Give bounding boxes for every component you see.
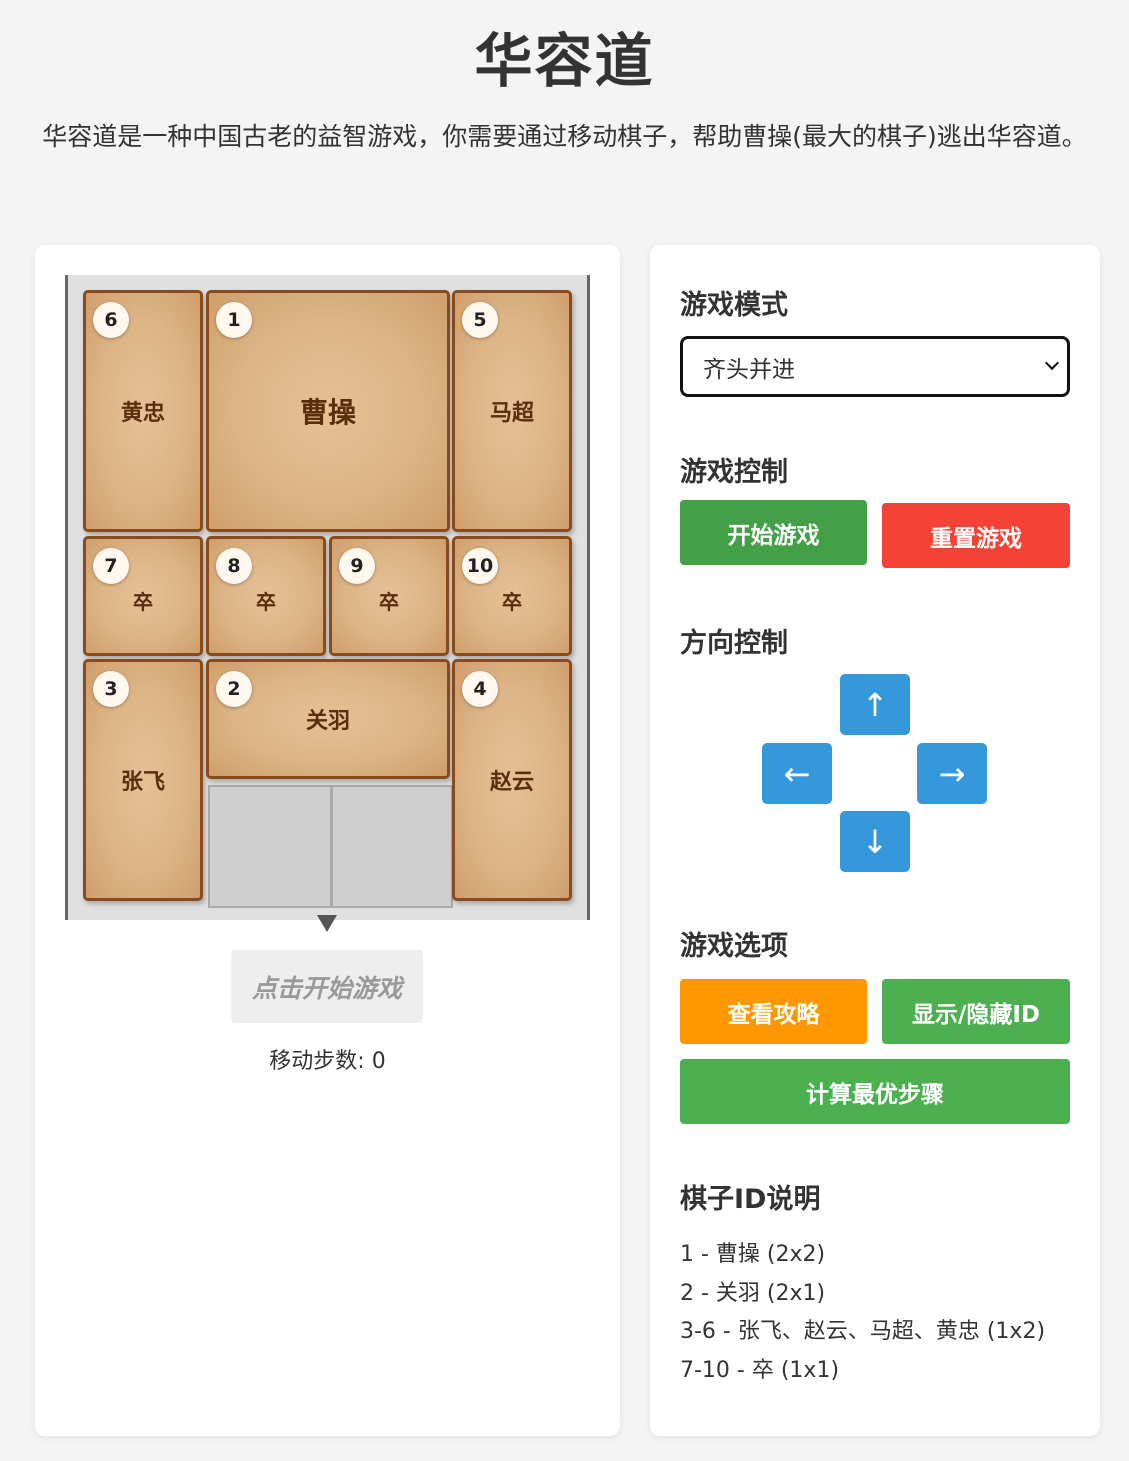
- legend-item: 7-10 - 卒 (1x1): [680, 1358, 840, 1383]
- piece-name: 马超: [489, 401, 534, 426]
- piece-id-badge: 4: [462, 671, 498, 707]
- toggle-id-button[interactable]: 显示/隐藏ID: [882, 979, 1070, 1044]
- piece-id-badge: 7: [93, 548, 129, 584]
- control-heading: 游戏控制: [680, 457, 788, 488]
- piece-caocao[interactable]: 1 曹操: [206, 290, 450, 532]
- piece-id-badge: 3: [93, 671, 129, 707]
- piece-machao[interactable]: 5 马超: [452, 290, 572, 532]
- game-board: 6 黄忠 1 曹操 5 马超 7 卒 8 卒 9 卒 10 卒 3 张飞 2 关…: [65, 275, 590, 920]
- legend-item: 1 - 曹操 (2x2): [680, 1242, 826, 1267]
- piece-soldier-9[interactable]: 9 卒: [329, 536, 449, 656]
- direction-heading: 方向控制: [680, 628, 788, 659]
- piece-id-badge: 10: [462, 548, 498, 584]
- intro-text: 华容道是一种中国古老的益智游戏，你需要通过移动棋子，帮助曹操(最大的棋子)逃出华…: [42, 122, 1087, 151]
- options-heading: 游戏选项: [680, 931, 788, 962]
- piece-zhangfei[interactable]: 3 张飞: [83, 659, 203, 901]
- piece-name: 关羽: [305, 709, 350, 734]
- mode-select[interactable]: 齐头并进: [680, 336, 1070, 397]
- start-hint-button[interactable]: 点击开始游戏: [231, 950, 423, 1023]
- piece-name: 张飞: [120, 770, 165, 795]
- piece-id-badge: 5: [462, 302, 498, 338]
- move-counter: 移动步数: 0: [269, 1049, 386, 1074]
- piece-name: 卒: [502, 589, 522, 614]
- guide-button[interactable]: 查看攻略: [680, 979, 867, 1044]
- down-arrow-button[interactable]: ↓: [840, 811, 910, 872]
- legend-item: 3-6 - 张飞、赵云、马超、黄忠 (1x2): [680, 1319, 1046, 1344]
- piece-soldier-7[interactable]: 7 卒: [83, 536, 203, 656]
- piece-name: 卒: [379, 589, 399, 614]
- piece-huangzhong[interactable]: 6 黄忠: [83, 290, 203, 532]
- legend-heading: 棋子ID说明: [680, 1184, 821, 1215]
- piece-name: 黄忠: [120, 401, 165, 426]
- chevron-down-icon: [1044, 355, 1060, 371]
- piece-name: 赵云: [489, 770, 534, 795]
- piece-id-badge: 9: [339, 548, 375, 584]
- mode-heading: 游戏模式: [680, 290, 788, 321]
- legend-item: 2 - 关羽 (2x1): [680, 1281, 826, 1306]
- up-arrow-button[interactable]: ↑: [840, 674, 910, 735]
- piece-soldier-10[interactable]: 10 卒: [452, 536, 572, 656]
- piece-id-badge: 2: [216, 671, 252, 707]
- piece-soldier-8[interactable]: 8 卒: [206, 536, 326, 656]
- board-card: 6 黄忠 1 曹操 5 马超 7 卒 8 卒 9 卒 10 卒 3 张飞 2 关…: [35, 245, 620, 1436]
- start-button[interactable]: 开始游戏: [680, 500, 867, 565]
- piece-name: 卒: [256, 589, 276, 614]
- control-panel: 游戏模式 齐头并进 游戏控制 开始游戏 重置游戏 方向控制 ↑ ← → ↓ 游戏…: [650, 245, 1100, 1436]
- piece-name: 曹操: [299, 396, 356, 429]
- exit-arrow-icon: [317, 915, 337, 932]
- mode-select-value: 齐头并进: [703, 356, 795, 383]
- solve-button[interactable]: 计算最优步骤: [680, 1059, 1070, 1124]
- page-title: 华容道: [474, 27, 655, 95]
- piece-id-badge: 1: [216, 302, 252, 338]
- piece-zhaoyun[interactable]: 4 赵云: [452, 659, 572, 901]
- piece-id-badge: 8: [216, 548, 252, 584]
- piece-id-badge: 6: [93, 302, 129, 338]
- piece-guanyu[interactable]: 2 关羽: [206, 659, 450, 779]
- piece-name: 卒: [133, 589, 153, 614]
- left-arrow-button[interactable]: ←: [762, 743, 832, 804]
- empty-cell: [208, 785, 332, 908]
- right-arrow-button[interactable]: →: [917, 743, 987, 804]
- reset-button[interactable]: 重置游戏: [882, 503, 1070, 568]
- empty-cell: [331, 785, 453, 908]
